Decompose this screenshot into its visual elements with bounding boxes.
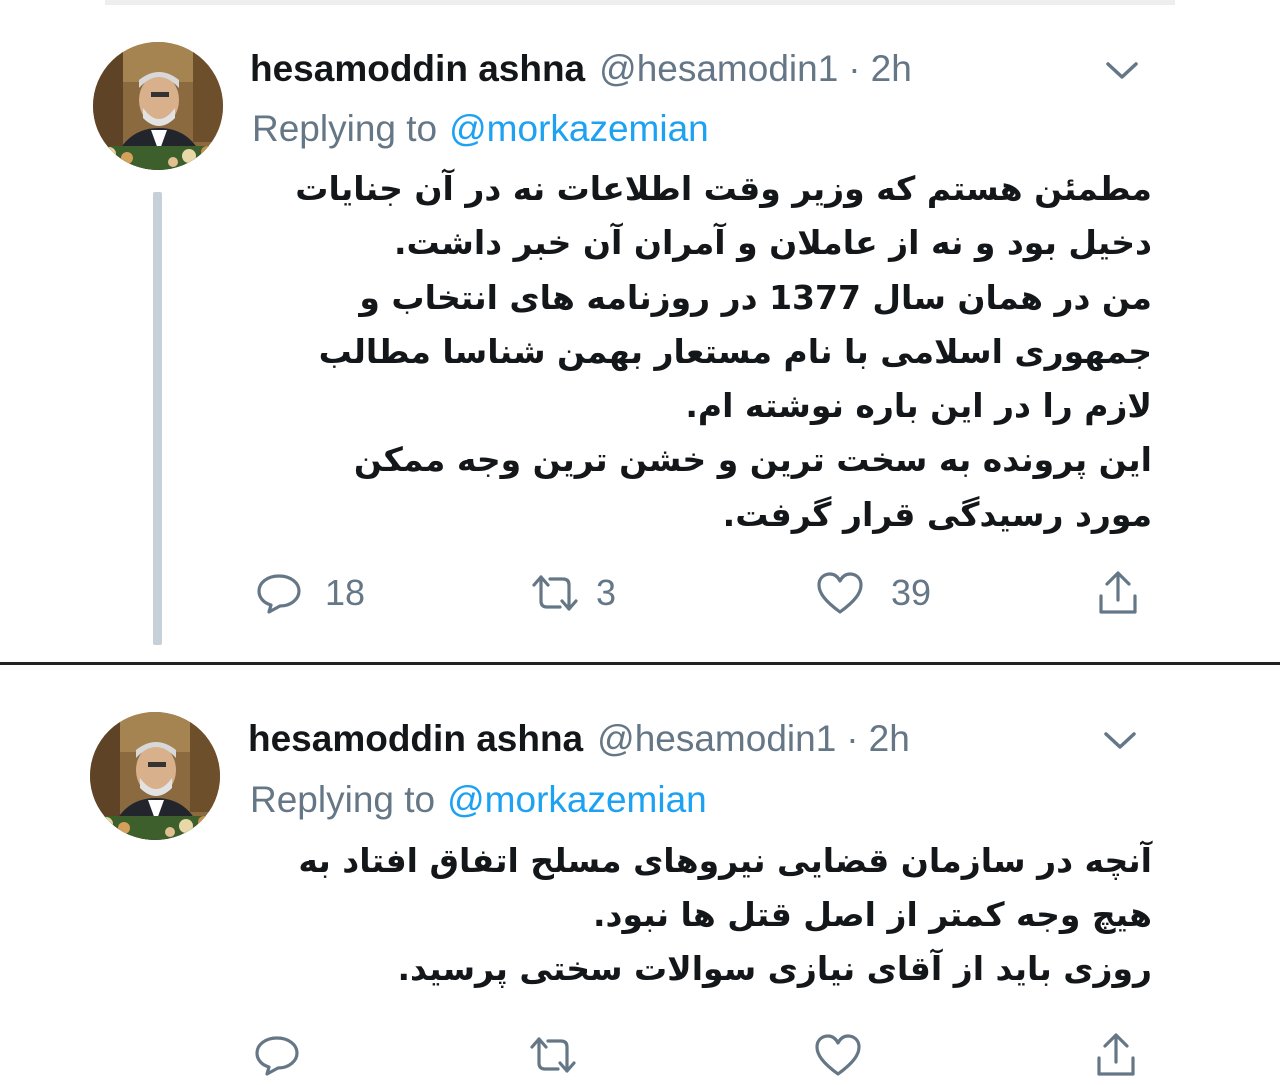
like-button[interactable] (813, 1025, 863, 1085)
retweet-button[interactable] (526, 1025, 580, 1085)
reply-icon (257, 574, 301, 614)
user-handle[interactable]: @hesamodin1 (597, 714, 836, 764)
retweet-button[interactable]: 3 (528, 563, 616, 623)
retweet-count: 3 (596, 572, 617, 613)
display-name[interactable]: hesamoddin ashna (248, 714, 583, 764)
like-icon (817, 572, 863, 614)
replying-label: Replying to (250, 779, 436, 820)
replying-to-link[interactable]: @morkazemian (447, 779, 707, 820)
reply-icon (255, 1036, 299, 1076)
share-button[interactable] (1093, 1025, 1139, 1085)
header-separator: · (846, 718, 859, 759)
tweet-text-line: مورد رسیدگی قرار گرفت. (722, 494, 1152, 534)
replying-to: Replying to @morkazemian (250, 775, 707, 825)
like-button[interactable]: 39 (815, 563, 931, 623)
tweet-text-line: روزی باید از آقای نیازی سوالات سختی پرسی… (397, 949, 1153, 988)
reply-button[interactable] (253, 1025, 301, 1085)
timestamp[interactable]: 2h (869, 714, 910, 764)
tweet-actions: 18 3 39 (250, 563, 1150, 623)
tweet-header: hesamoddin ashna @hesamodin1 · 2h (248, 714, 910, 764)
avatar[interactable] (90, 712, 220, 840)
tweet-text: آنچه در سازمان قضایی نیروهای مسلح اتفاق … (262, 834, 1152, 996)
share-button[interactable] (1095, 563, 1141, 623)
tweet-text-line: هیچ وجه کمتر از اصل قتل ها نبود. (593, 895, 1152, 934)
like-icon (815, 1034, 861, 1076)
like-count: 39 (891, 572, 932, 613)
tweet-actions (250, 1025, 1150, 1085)
retweet-icon (532, 575, 578, 611)
tweet-text-line: آنچه در سازمان قضایی نیروهای مسلح اتفاق … (298, 841, 1152, 880)
share-icon (1099, 571, 1137, 614)
chevron-down-icon[interactable] (1098, 726, 1142, 756)
reply-button[interactable]: 18 (255, 563, 365, 623)
tweet-text-line: این پرونده به سخت ترین و خشن ترین وجه مم… (353, 440, 1152, 480)
retweet-icon (530, 1037, 576, 1073)
screenshot-separator (0, 662, 1280, 665)
reply-count: 18 (325, 572, 366, 613)
tweet-2[interactable]: hesamoddin ashna @hesamodin1 · 2h Replyi… (0, 0, 1280, 1076)
